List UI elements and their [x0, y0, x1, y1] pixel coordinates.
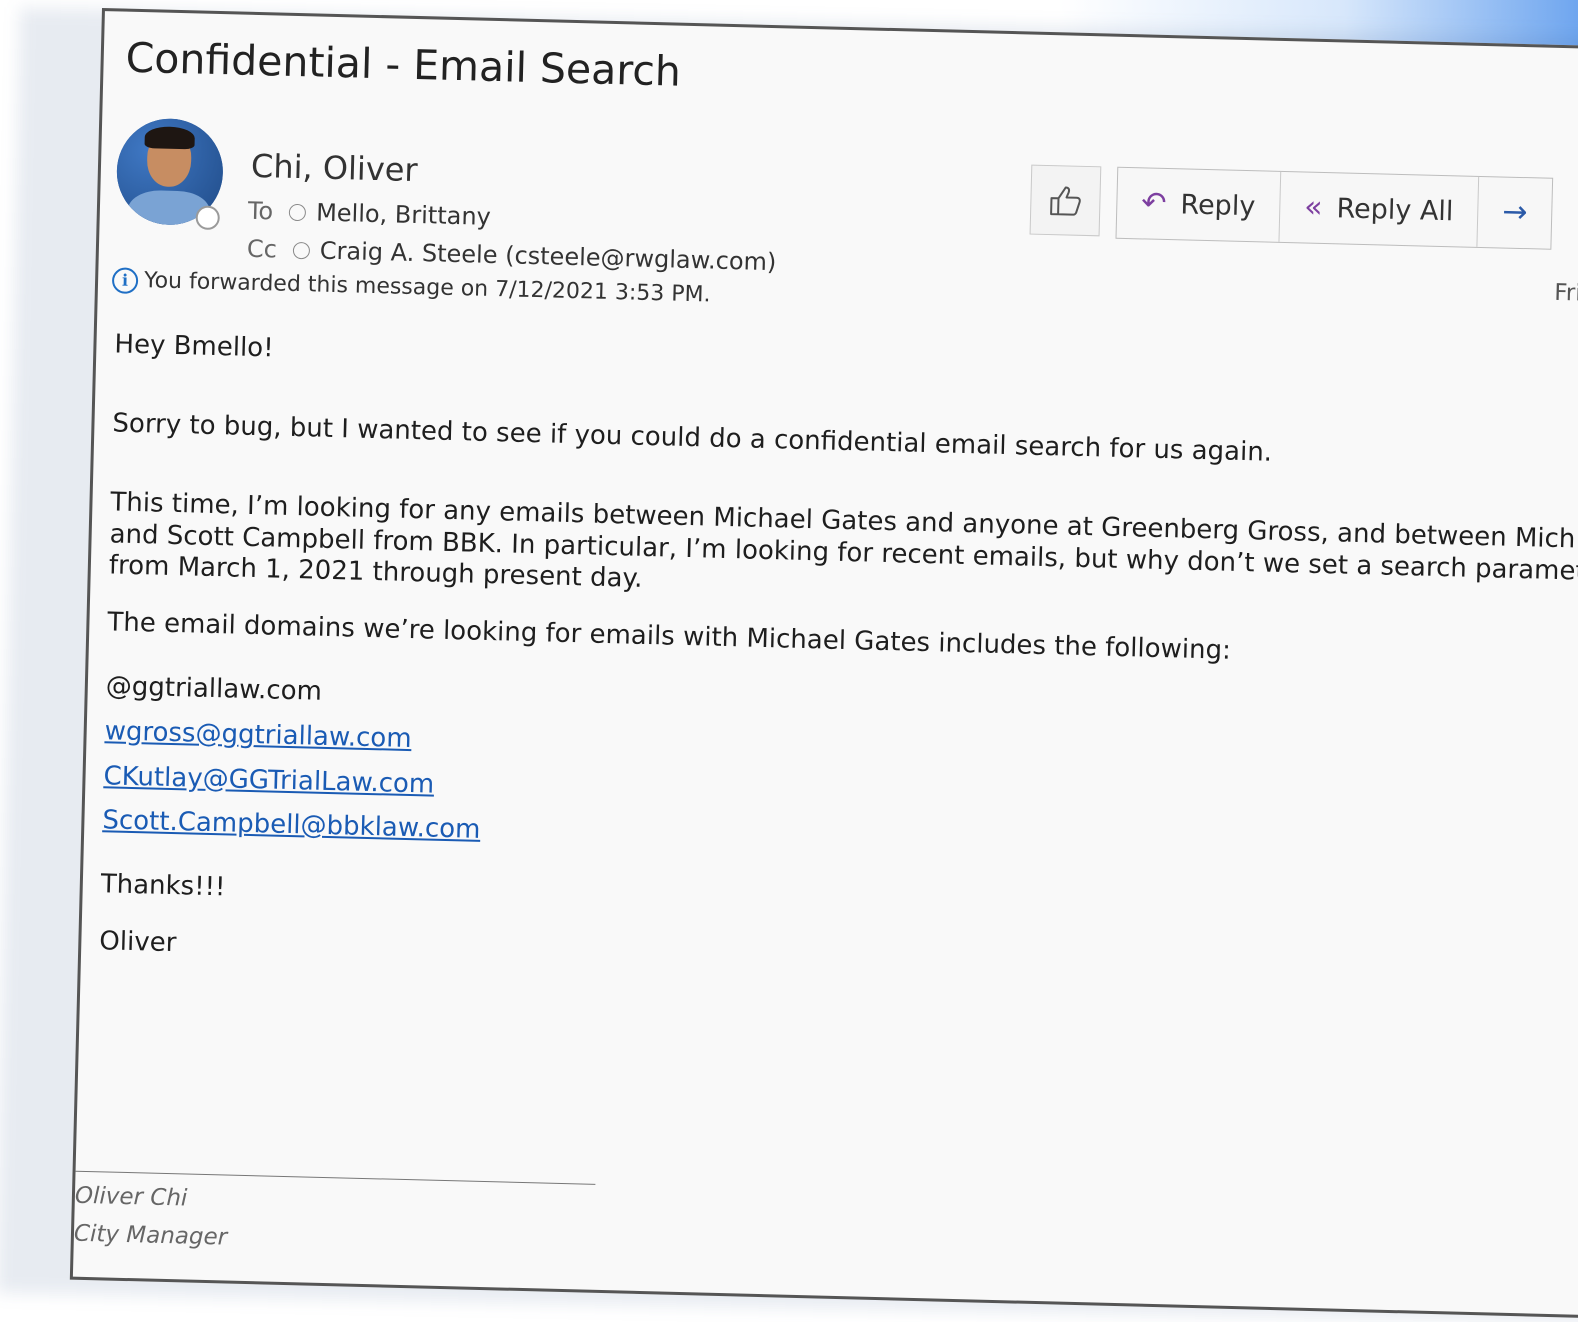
like-icon: [1050, 186, 1081, 216]
to-label: To: [247, 196, 274, 226]
email-date: Fri: [1553, 279, 1578, 307]
email-subject: Confidential - Email Search: [125, 33, 682, 96]
to-row: To Mello, Brittany: [248, 197, 492, 231]
forward-icon: →: [1501, 194, 1528, 231]
cc-recipient[interactable]: Craig A. Steele (csteele@rwglaw.com): [320, 237, 777, 277]
reply-all-button[interactable]: « Reply All: [1279, 171, 1480, 247]
info-icon: i: [111, 267, 139, 294]
sender-name[interactable]: Chi, Oliver: [251, 147, 419, 189]
signature-name: Oliver Chi: [74, 1182, 188, 1212]
forward-info: i You forwarded this message on 7/12/2021…: [111, 267, 711, 308]
signature-title: City Manager: [73, 1220, 228, 1251]
email-window: Confidential - Email Search Chi, Oliver …: [69, 8, 1578, 1320]
signature-divider: [75, 1170, 596, 1185]
cc-row: Cc Craig A. Steele (csteele@rwglaw.com): [247, 235, 777, 276]
recipient-status-icon: [288, 203, 307, 222]
reply-all-label: Reply All: [1336, 192, 1454, 227]
email-body: Hey Bmello! Sorry to bug, but I wanted t…: [99, 329, 1578, 997]
recipient-status-icon: [292, 241, 311, 260]
reply-all-icon: «: [1303, 189, 1324, 225]
reply-icon: ↶: [1140, 185, 1167, 221]
forward-info-text: You forwarded this message on 7/12/2021 …: [143, 268, 711, 308]
like-button[interactable]: [1029, 164, 1102, 237]
presence-icon: [195, 205, 221, 231]
reply-button[interactable]: ↶ Reply: [1116, 167, 1282, 242]
to-recipient[interactable]: Mello, Brittany: [316, 198, 491, 230]
reply-label: Reply: [1180, 188, 1256, 222]
cc-label: Cc: [246, 234, 278, 264]
forward-button[interactable]: →: [1478, 177, 1553, 249]
reply-toolbar: ↶ Reply « Reply All →: [1115, 166, 1554, 250]
